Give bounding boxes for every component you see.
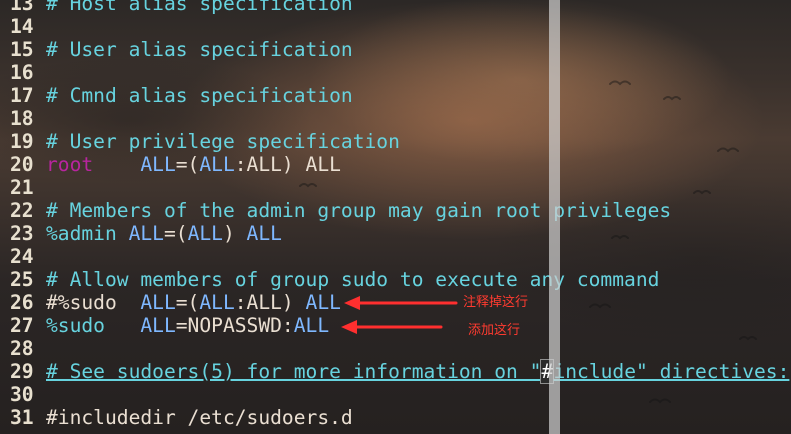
line-number: 15 [10,38,34,61]
line-number: 27 [10,314,34,337]
line-code: #includedir /etc/sudoers.d [46,406,353,429]
code-token: :ALL) ALL [234,153,341,176]
line-code: #%sudo ALL=(ALL:ALL) ALL [46,291,341,314]
line-number: 31 [10,406,34,429]
code-token: # See sudoers(5) for more information on… [46,360,542,383]
line-code: # User privilege specification [46,130,400,153]
line-code: # User alias specification [46,38,353,61]
annotation-comment-out: 注释掉这行 [463,295,529,310]
code-token: ) [222,222,247,245]
code-token: ALL [293,314,330,337]
code-editor[interactable]: 13 # Host alias specification 14 15 # User a… [0,0,791,434]
code-token: # User alias specification [46,38,353,61]
code-token: # Host alias specification [46,0,353,15]
line-number: 18 [10,107,34,130]
code-token: :ALL) [234,291,306,314]
annotation-add-line: 添加这行 [468,323,521,338]
line-code: # See sudoers(5) for more information on… [46,359,790,384]
line-number: 22 [10,199,34,222]
code-token: ALL [140,153,176,176]
code-token: include" directives: [553,360,790,383]
code-token: # Allow members of group sudo to execute… [46,268,660,291]
code-token: ALL [246,222,282,245]
line-number: 28 [10,337,34,360]
line-number: 26 [10,291,34,314]
line-number: 16 [10,61,34,84]
line-number: 19 [10,130,34,153]
code-token: #includedir /etc/sudoers.d [46,406,353,429]
code-token: ALL [128,222,164,245]
line-code: # Allow members of group sudo to execute… [46,268,659,291]
code-token: =( [175,153,200,176]
line-code: # Cmnd alias specification [46,84,353,107]
line-code: # Host alias specification [46,0,353,15]
line-number: 30 [10,383,34,406]
line-code: %sudo ALL=NOPASSWD:ALL [46,314,329,337]
line-number: 25 [10,268,34,291]
line-number: 29 [10,360,34,383]
code-token: %sudo [46,314,105,337]
line-code: # Members of the admin group may gain ro… [46,199,671,222]
arrow-comment-out-icon [344,292,460,315]
line-number: 23 [10,222,34,245]
line-code: %admin ALL=(ALL) ALL [46,222,282,245]
code-token: ALL [140,291,176,314]
code-token: ALL [140,314,176,337]
code-token: =( [175,291,200,314]
line-code: root ALL=(ALL:ALL) ALL [46,153,341,176]
code-token: root [46,153,94,176]
code-token: # Cmnd alias specification [46,84,353,107]
code-token: #%sudo [46,291,117,314]
code-token: %admin [46,222,117,245]
vertical-scrollbar[interactable] [549,0,560,434]
code-token: ALL [305,291,341,314]
code-token: # Members of the admin group may gain ro… [46,199,672,222]
code-token: =( [163,222,188,245]
line-number: 14 [10,15,34,38]
code-token: ALL [199,291,235,314]
code-token: =NOPASSWD: [175,314,294,337]
code-token: ALL [199,153,235,176]
code-token: ALL [187,222,223,245]
line-number: 24 [10,245,34,268]
code-token: # User privilege specification [46,130,400,153]
line-number: 20 [10,153,34,176]
line-number: 13 [10,0,34,15]
line-number: 17 [10,84,34,107]
line-number: 21 [10,176,34,199]
arrow-add-line-icon [341,316,445,339]
